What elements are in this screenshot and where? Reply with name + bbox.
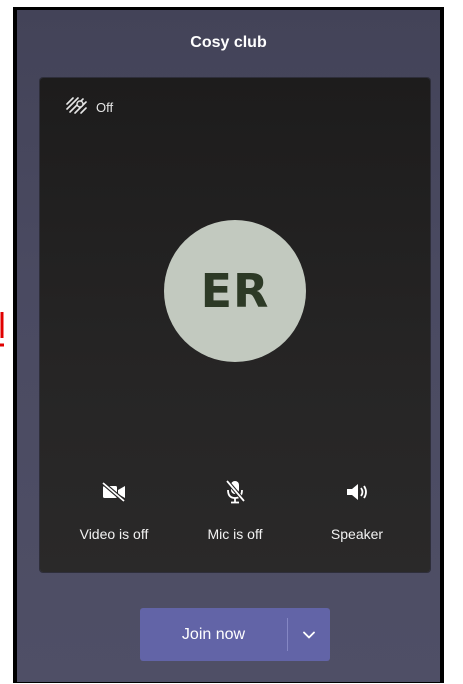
video-toggle[interactable]: Video is off: [54, 478, 174, 542]
avatar: ER: [164, 220, 306, 362]
video-off-icon: [54, 478, 174, 506]
video-toggle-label: Video is off: [79, 526, 149, 542]
background-effects-toggle[interactable]: Off: [66, 97, 113, 118]
mic-toggle-label: Mic is off: [207, 526, 263, 542]
meeting-title: Cosy club: [190, 34, 267, 51]
annotation-mark: [0, 312, 4, 347]
device-controls: Video is off Mic is off Speaker: [40, 478, 430, 558]
join-button-group: Join now: [140, 608, 330, 661]
prejoin-window: Cosy club Off ER Video is off Mic is off…: [17, 10, 440, 682]
speaker-label: Speaker: [330, 526, 384, 542]
video-preview: Off ER Video is off Mic is off Speaker: [40, 78, 430, 572]
speaker-button[interactable]: Speaker: [297, 478, 417, 542]
mic-toggle[interactable]: Mic is off: [175, 478, 295, 542]
chevron-down-icon: [303, 626, 315, 644]
join-options-button[interactable]: [288, 608, 330, 661]
speaker-icon: [297, 478, 417, 506]
background-effects-label: Off: [96, 100, 114, 115]
join-now-button[interactable]: Join now: [140, 608, 287, 661]
avatar-initials: ER: [200, 264, 270, 318]
mic-off-icon: [175, 478, 295, 506]
background-effects-icon: [66, 97, 88, 118]
